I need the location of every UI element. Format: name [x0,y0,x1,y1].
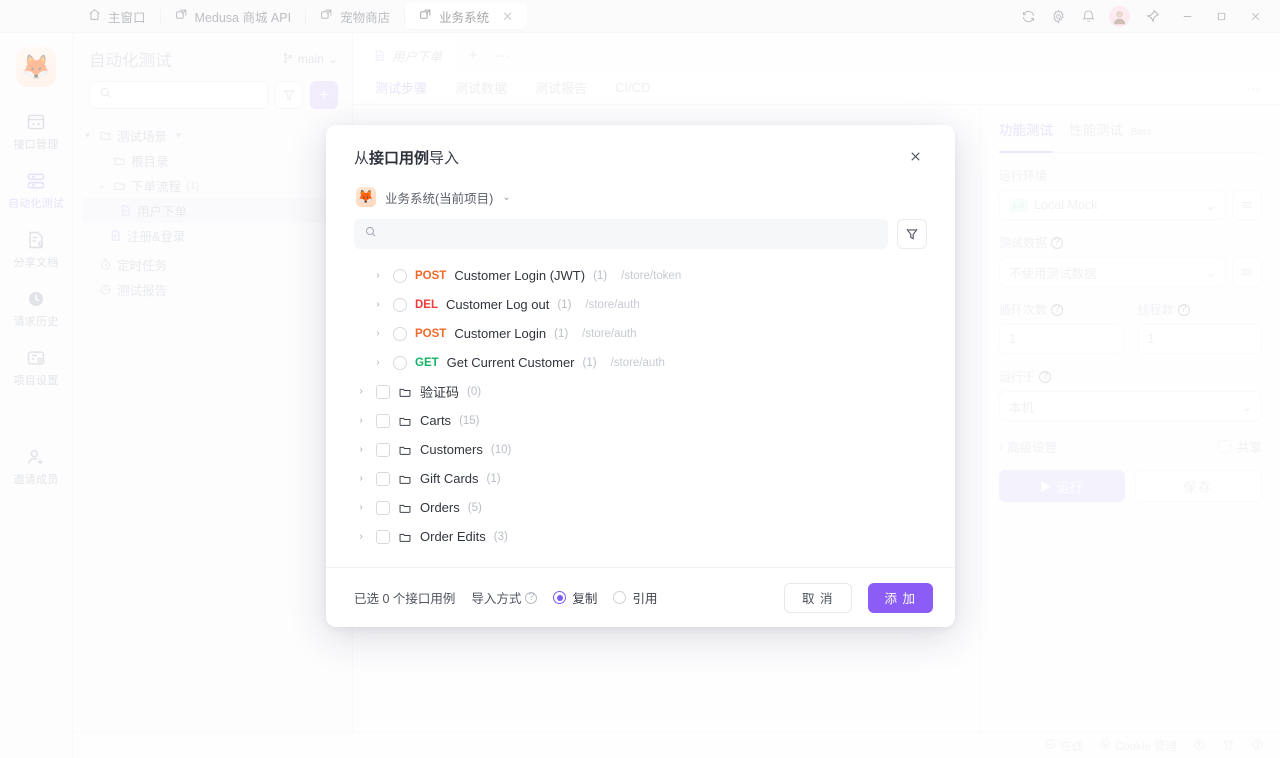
row-checkbox[interactable] [376,384,390,399]
http-method: DEL [415,298,438,311]
chevron-right-icon[interactable]: › [371,270,385,281]
api-case-list[interactable]: › POST Customer Login (JWT) (1) /store/t… [326,249,955,567]
list-item[interactable]: › POST Customer Login (1) /store/auth [354,319,927,348]
search-input[interactable] [354,219,888,249]
folder-name: Order Edits [420,529,486,544]
import-mode-copy-label: 复制 [572,592,598,606]
list-item[interactable]: › 验证码 (0) [354,377,927,406]
chevron-right-icon[interactable]: › [354,473,368,484]
row-checkbox[interactable] [376,529,390,544]
api-path: /store/auth [582,327,637,340]
dialog-title-strong: 接口用例 [369,150,430,167]
dialog-header: 从接口用例导入 [326,125,955,169]
folder-name: Customers [420,442,483,457]
folder-count: (5) [467,501,482,514]
case-count: (1) [557,298,572,311]
case-count: (1) [593,269,608,282]
folder-count: (10) [490,443,512,456]
fox-logo: 🦊 [356,187,376,207]
api-case-name: Customer Login [454,326,547,341]
folder-name: Orders [420,500,460,515]
import-mode-copy[interactable]: 复制 [553,588,597,607]
row-checkbox[interactable] [376,413,390,428]
chevron-right-icon[interactable]: › [371,328,385,339]
row-checkbox[interactable] [393,297,407,312]
folder-name: Carts [420,413,452,428]
dialog-title-suffix: 导入 [429,150,460,167]
search-icon [364,225,377,243]
import-mode-label-text: 导入方式 [471,592,522,606]
list-item[interactable]: › Order Edits (3) [354,522,927,551]
chevron-right-icon[interactable]: › [354,444,368,455]
row-checkbox[interactable] [376,442,390,457]
chevron-right-icon[interactable]: › [371,357,385,368]
import-mode-reference-label: 引用 [632,592,658,606]
folder-icon [398,530,412,544]
api-case-name: Get Current Customer [446,355,575,370]
dialog-footer: 已选 0 个接口用例 导入方式 ? 复制 引用 取 消 添 加 [326,567,955,627]
http-method: POST [415,269,447,282]
dialog-title-prefix: 从 [354,150,370,167]
chevron-right-icon[interactable]: › [354,502,368,513]
cancel-button[interactable]: 取 消 [784,582,852,613]
chevron-right-icon[interactable]: › [371,299,385,310]
close-icon[interactable] [904,147,927,169]
folder-icon [398,472,412,486]
radio-reference[interactable] [613,591,627,604]
folder-count: (3) [493,530,508,543]
chevron-down-icon: ⌄ [502,191,511,203]
folder-icon [398,385,412,399]
dialog-title: 从接口用例导入 [354,147,459,168]
api-case-name: Customer Log out [446,297,550,312]
list-item[interactable]: › Carts (15) [354,406,927,435]
row-checkbox[interactable] [376,471,390,486]
folder-name: Gift Cards [420,471,479,486]
add-button[interactable]: 添 加 [867,582,933,613]
list-item[interactable]: › Orders (5) [354,493,927,522]
row-checkbox[interactable] [376,500,390,515]
import-api-case-dialog: 从接口用例导入 🦊 业务系统(当前项目) ⌄ › POST Customer L… [326,125,955,627]
case-count: (1) [582,356,597,369]
list-item[interactable]: › POST Customer Login (JWT) (1) /store/t… [354,261,927,290]
selected-count-text: 已选 0 个接口用例 [354,592,456,606]
import-mode-label: 导入方式 ? [471,588,538,607]
api-case-name: Customer Login (JWT) [454,268,586,283]
import-mode-reference[interactable]: 引用 [613,588,657,607]
row-checkbox[interactable] [393,326,407,341]
row-checkbox[interactable] [393,355,407,370]
filter-icon[interactable] [897,219,927,249]
api-path: /store/auth [585,298,640,311]
list-item[interactable]: › DEL Customer Log out (1) /store/auth [354,290,927,319]
api-path: /store/token [621,269,682,282]
folder-count: (1) [486,472,501,485]
project-name: 业务系统(当前项目) [385,191,494,206]
row-checkbox[interactable] [393,268,407,283]
folder-count: (15) [459,414,480,427]
case-count: (1) [554,327,569,340]
folder-name: 验证码 [420,385,460,400]
help-circle-icon[interactable]: ? [525,591,538,604]
http-method: POST [415,327,447,340]
chevron-right-icon[interactable]: › [354,531,368,542]
chevron-right-icon[interactable]: › [354,415,368,426]
chevron-right-icon[interactable]: › [354,386,368,397]
project-selector[interactable]: 🦊 业务系统(当前项目) ⌄ [326,169,955,207]
folder-count: (0) [467,385,482,398]
folder-icon [398,443,412,457]
api-path: /store/auth [610,356,665,369]
radio-copy[interactable] [553,591,567,604]
folder-icon [398,414,412,428]
dialog-search-row [326,207,955,249]
list-item[interactable]: › Gift Cards (1) [354,464,927,493]
list-item[interactable]: › GET Get Current Customer (1) /store/au… [354,348,927,377]
folder-icon [398,501,412,515]
list-item[interactable]: › Customers (10) [354,435,927,464]
http-method: GET [415,356,439,369]
